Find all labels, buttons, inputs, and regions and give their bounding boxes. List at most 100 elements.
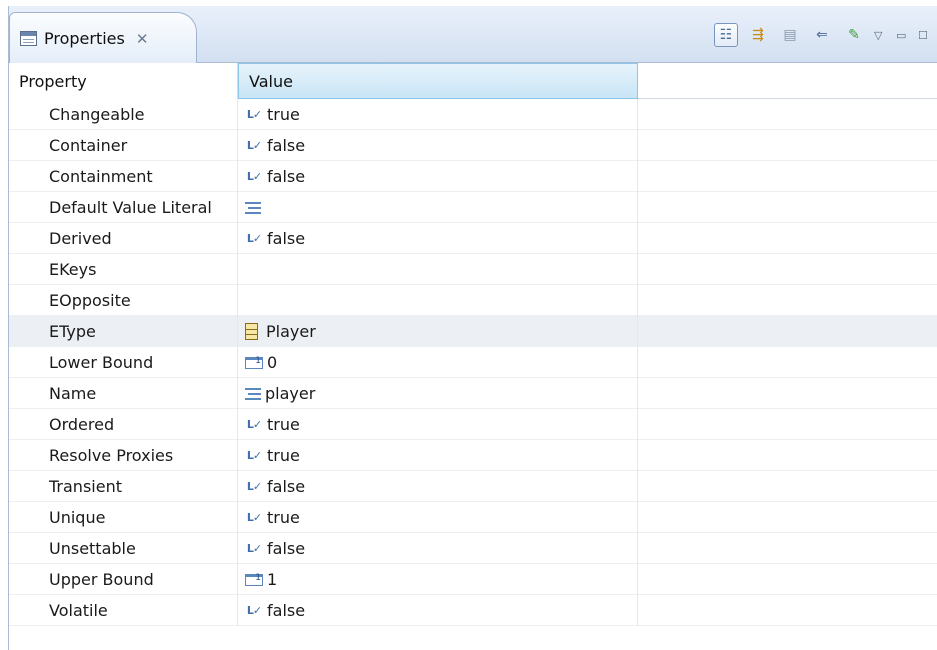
property-name-cell[interactable]: Unsettable — [9, 533, 238, 564]
empty-column-header — [638, 63, 937, 99]
table-header: Property Value — [9, 63, 937, 99]
property-value-cell[interactable]: 1 — [238, 564, 638, 595]
property-name-cell[interactable]: Resolve Proxies — [9, 440, 238, 471]
text-literal-icon — [245, 201, 261, 214]
property-name-cell[interactable]: Name — [9, 378, 238, 409]
integer-icon — [245, 573, 263, 586]
property-name-cell[interactable]: Unique — [9, 502, 238, 533]
property-value-cell[interactable]: true — [238, 99, 638, 130]
property-value-text: 1 — [267, 570, 278, 589]
empty-cell — [638, 99, 937, 130]
table-row[interactable]: Unsettable false — [9, 533, 937, 564]
property-value-cell[interactable]: false — [238, 130, 638, 161]
boolean-icon — [245, 139, 263, 153]
property-value-cell[interactable]: Player — [238, 316, 638, 347]
table-row[interactable]: Default Value Literal — [9, 192, 937, 223]
boolean-icon — [245, 232, 263, 246]
property-value-text: false — [267, 539, 306, 558]
view-toolbar: ☷ ⇶ ▤ ⇐ ✎ ▽ ▭ ☐ — [714, 20, 937, 50]
property-name-cell[interactable]: Volatile — [9, 595, 238, 626]
properties-view-icon — [20, 31, 37, 46]
table-row[interactable]: Unique true — [9, 502, 937, 533]
property-value-cell[interactable]: true — [238, 502, 638, 533]
table-row[interactable]: Changeable true — [9, 99, 937, 130]
property-value-text: 0 — [267, 353, 278, 372]
property-value-cell[interactable] — [238, 285, 638, 316]
property-value-text: true — [267, 105, 300, 124]
boolean-icon — [245, 511, 263, 525]
table-row[interactable]: Derived false — [9, 223, 937, 254]
property-value-cell[interactable]: false — [238, 533, 638, 564]
table-row[interactable]: Upper Bound 1 — [9, 564, 937, 595]
empty-cell — [638, 316, 937, 347]
property-name-cell[interactable]: EOpposite — [9, 285, 238, 316]
property-name-cell[interactable]: Container — [9, 130, 238, 161]
property-value-text: true — [267, 446, 300, 465]
property-value-text: false — [267, 601, 306, 620]
property-name-cell[interactable]: Lower Bound — [9, 347, 238, 378]
show-advanced-icon[interactable]: ⇶ — [746, 23, 770, 47]
property-name-cell[interactable]: Default Value Literal — [9, 192, 238, 223]
empty-cell — [638, 347, 937, 378]
table-row[interactable]: Resolve Proxies true — [9, 440, 937, 471]
property-value-cell[interactable]: false — [238, 595, 638, 626]
value-column-header[interactable]: Value — [238, 63, 638, 99]
table-row[interactable]: EKeys — [9, 254, 937, 285]
integer-icon — [245, 356, 263, 369]
property-name-cell[interactable]: Ordered — [9, 409, 238, 440]
empty-cell — [638, 471, 937, 502]
table-row[interactable]: Transient false — [9, 471, 937, 502]
minimize-icon[interactable]: ▭ — [896, 29, 910, 42]
maximize-icon[interactable]: ☐ — [918, 29, 932, 42]
properties-tab[interactable]: Properties ✕ — [9, 12, 197, 64]
property-value-cell[interactable]: true — [238, 440, 638, 471]
empty-cell — [638, 223, 937, 254]
property-value-cell[interactable]: false — [238, 161, 638, 192]
property-column-header[interactable]: Property — [9, 63, 238, 99]
property-value-cell[interactable] — [238, 192, 638, 223]
eclass-icon — [245, 323, 258, 340]
property-value-cell[interactable]: false — [238, 223, 638, 254]
pin-icon[interactable]: ✎ — [842, 23, 866, 47]
property-name-cell[interactable]: Transient — [9, 471, 238, 502]
table-row[interactable]: EOpposite — [9, 285, 937, 316]
properties-view: Properties ✕ ☷ ⇶ ▤ ⇐ ✎ ▽ ▭ ☐ Property Va… — [8, 6, 937, 650]
property-value-cell[interactable]: 0 — [238, 347, 638, 378]
restore-default-icon[interactable]: ⇐ — [810, 23, 834, 47]
show-categories-icon[interactable]: ☷ — [714, 23, 738, 47]
property-name-cell[interactable]: Changeable — [9, 99, 238, 130]
view-menu-icon[interactable]: ▽ — [874, 29, 888, 42]
empty-cell — [638, 192, 937, 223]
property-value-cell[interactable]: true — [238, 409, 638, 440]
empty-cell — [638, 533, 937, 564]
table-row[interactable]: Volatile false — [9, 595, 937, 626]
property-value-cell[interactable] — [238, 254, 638, 285]
table-row[interactable]: Containment false — [9, 161, 937, 192]
property-value-cell[interactable]: player — [238, 378, 638, 409]
table-body: Changeable true Container false Containment f… — [9, 99, 937, 626]
property-name-cell[interactable]: Derived — [9, 223, 238, 254]
empty-cell — [638, 564, 937, 595]
empty-cell — [638, 440, 937, 471]
table-row[interactable]: Name player — [9, 378, 937, 409]
property-value-text: true — [267, 415, 300, 434]
boolean-icon — [245, 418, 263, 432]
table-row[interactable]: Container false — [9, 130, 937, 161]
property-value-cell[interactable]: false — [238, 471, 638, 502]
close-icon[interactable]: ✕ — [136, 30, 149, 48]
filter-icon[interactable]: ▤ — [778, 23, 802, 47]
view-title-bar: Properties ✕ ☷ ⇶ ▤ ⇐ ✎ ▽ ▭ ☐ — [9, 6, 937, 64]
property-name-cell[interactable]: EType — [9, 316, 238, 347]
property-name-cell[interactable]: EKeys — [9, 254, 238, 285]
property-name-cell[interactable]: Containment — [9, 161, 238, 192]
property-name-cell[interactable]: Upper Bound — [9, 564, 238, 595]
empty-cell — [638, 409, 937, 440]
empty-cell — [638, 130, 937, 161]
boolean-icon — [245, 480, 263, 494]
table-row[interactable]: Lower Bound 0 — [9, 347, 937, 378]
properties-table: Property Value Changeable true Container fa… — [9, 63, 937, 626]
table-row[interactable]: Ordered true — [9, 409, 937, 440]
property-value-text: false — [267, 136, 306, 155]
table-row[interactable]: EType Player — [9, 316, 937, 347]
empty-cell — [638, 502, 937, 533]
